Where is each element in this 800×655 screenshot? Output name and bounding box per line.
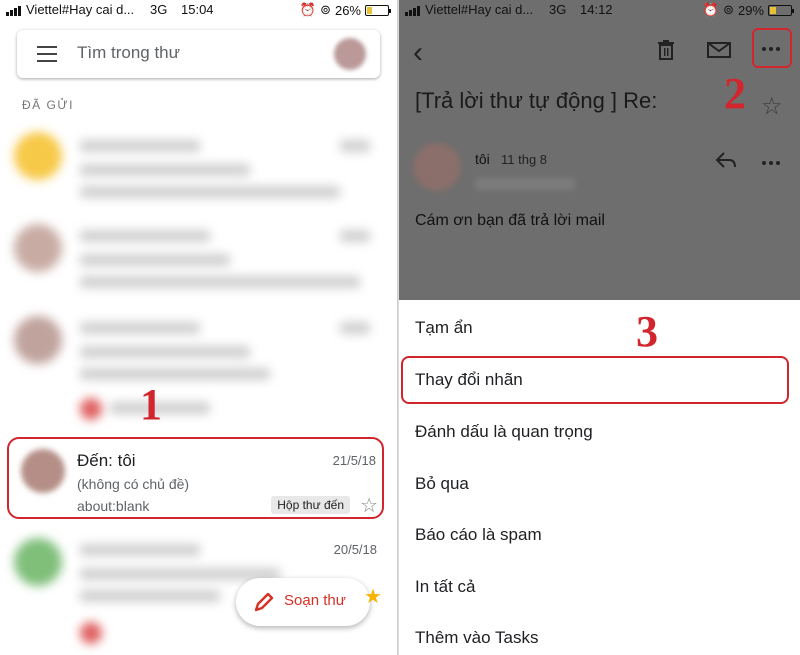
menu-item-report-spam[interactable]: Báo cáo là spam <box>415 525 542 545</box>
step-number-1: 1 <box>140 380 162 429</box>
status-time: 14:12 <box>580 2 613 17</box>
sender-name: tôi <box>475 151 490 167</box>
signal-icon <box>405 6 421 16</box>
email-body: Cám ơn bạn đã trả lời mail <box>415 212 605 229</box>
list-item[interactable] <box>10 126 380 216</box>
highlighted-email-row[interactable]: Đến: tôi 21/5/18 (không có chủ đề) about… <box>7 437 384 519</box>
inbox-screen: Viettel#Hay cai d... 3G 15:04 ⏰ ⊚ 26% Tì… <box>0 0 398 655</box>
step-number-3: 3 <box>636 307 658 356</box>
compose-label: Soạn thư <box>284 592 346 609</box>
message-more-icon[interactable] <box>762 161 780 165</box>
menu-item-snooze[interactable]: Tạm ẩn <box>415 318 473 338</box>
back-icon[interactable]: ‹ <box>413 36 423 70</box>
battery-icon <box>768 4 794 16</box>
status-bar: Viettel#Hay cai d... 3G 14:12 ⏰ ⊚ 29% <box>399 0 800 20</box>
battery-icon <box>365 4 391 16</box>
rotation-lock-icon: ⊚ <box>723 2 734 17</box>
menu-item-add-to-tasks[interactable]: Thêm vào Tasks <box>415 628 538 648</box>
email-subject: (không có chủ đề) <box>77 476 190 492</box>
list-item[interactable] <box>10 310 380 420</box>
section-label: ĐÃ GỬI <box>22 98 74 112</box>
network-type: 3G <box>549 2 567 17</box>
menu-item-mark-important[interactable]: Đánh dấu là quan trọng <box>415 422 593 442</box>
alarm-icon: ⏰ <box>702 2 720 17</box>
rotation-lock-icon: ⊚ <box>320 2 331 17</box>
email-date: 21/5/18 <box>332 453 376 468</box>
battery-percent: 26% <box>334 2 361 18</box>
signal-icon <box>6 6 22 16</box>
account-avatar[interactable] <box>334 38 366 70</box>
sender-date: 11 thg 8 <box>501 152 548 167</box>
search-input[interactable]: Tìm trong thư <box>77 43 180 63</box>
trash-icon[interactable] <box>657 40 675 60</box>
email-date: 20/5/18 <box>333 542 377 557</box>
menu-item-mute[interactable]: Bỏ qua <box>415 474 469 494</box>
alarm-icon: ⏰ <box>299 2 317 17</box>
compose-button[interactable]: Soạn thư <box>236 578 370 626</box>
battery-percent: 29% <box>737 2 764 18</box>
star-icon[interactable]: ★ <box>364 584 382 609</box>
pencil-icon <box>254 592 274 612</box>
star-icon[interactable]: ☆ <box>360 493 378 518</box>
menu-item-print-all[interactable]: In tất cả <box>415 577 475 597</box>
step-number-2: 2 <box>724 69 746 118</box>
network-type: 3G <box>150 2 168 17</box>
more-options-highlight <box>752 28 792 68</box>
menu-item-change-labels[interactable]: Thay đổi nhãn <box>415 370 523 390</box>
email-subject-title: [Trả lời thư tự động ] Re: <box>415 88 658 113</box>
avatar <box>21 449 65 493</box>
carrier-name: Viettel#Hay cai d... <box>26 2 135 17</box>
status-time: 15:04 <box>181 2 214 17</box>
email-recipient: Đến: tôi <box>77 451 136 470</box>
sender-avatar <box>413 143 461 191</box>
reply-icon[interactable] <box>714 150 738 170</box>
menu-icon[interactable] <box>37 46 57 62</box>
list-item[interactable] <box>10 218 380 308</box>
action-sheet: Tạm ẩn Thay đổi nhãn Đánh dấu là quan tr… <box>399 300 800 655</box>
email-snippet: about:blank <box>77 498 150 514</box>
mark-unread-icon[interactable] <box>707 42 731 58</box>
status-bar: Viettel#Hay cai d... 3G 15:04 ⏰ ⊚ 26% <box>0 0 397 20</box>
carrier-name: Viettel#Hay cai d... <box>425 2 534 17</box>
label-badge: Hộp thư đến <box>271 496 350 514</box>
star-icon[interactable]: ☆ <box>761 92 783 121</box>
search-bar[interactable]: Tìm trong thư <box>17 30 380 78</box>
